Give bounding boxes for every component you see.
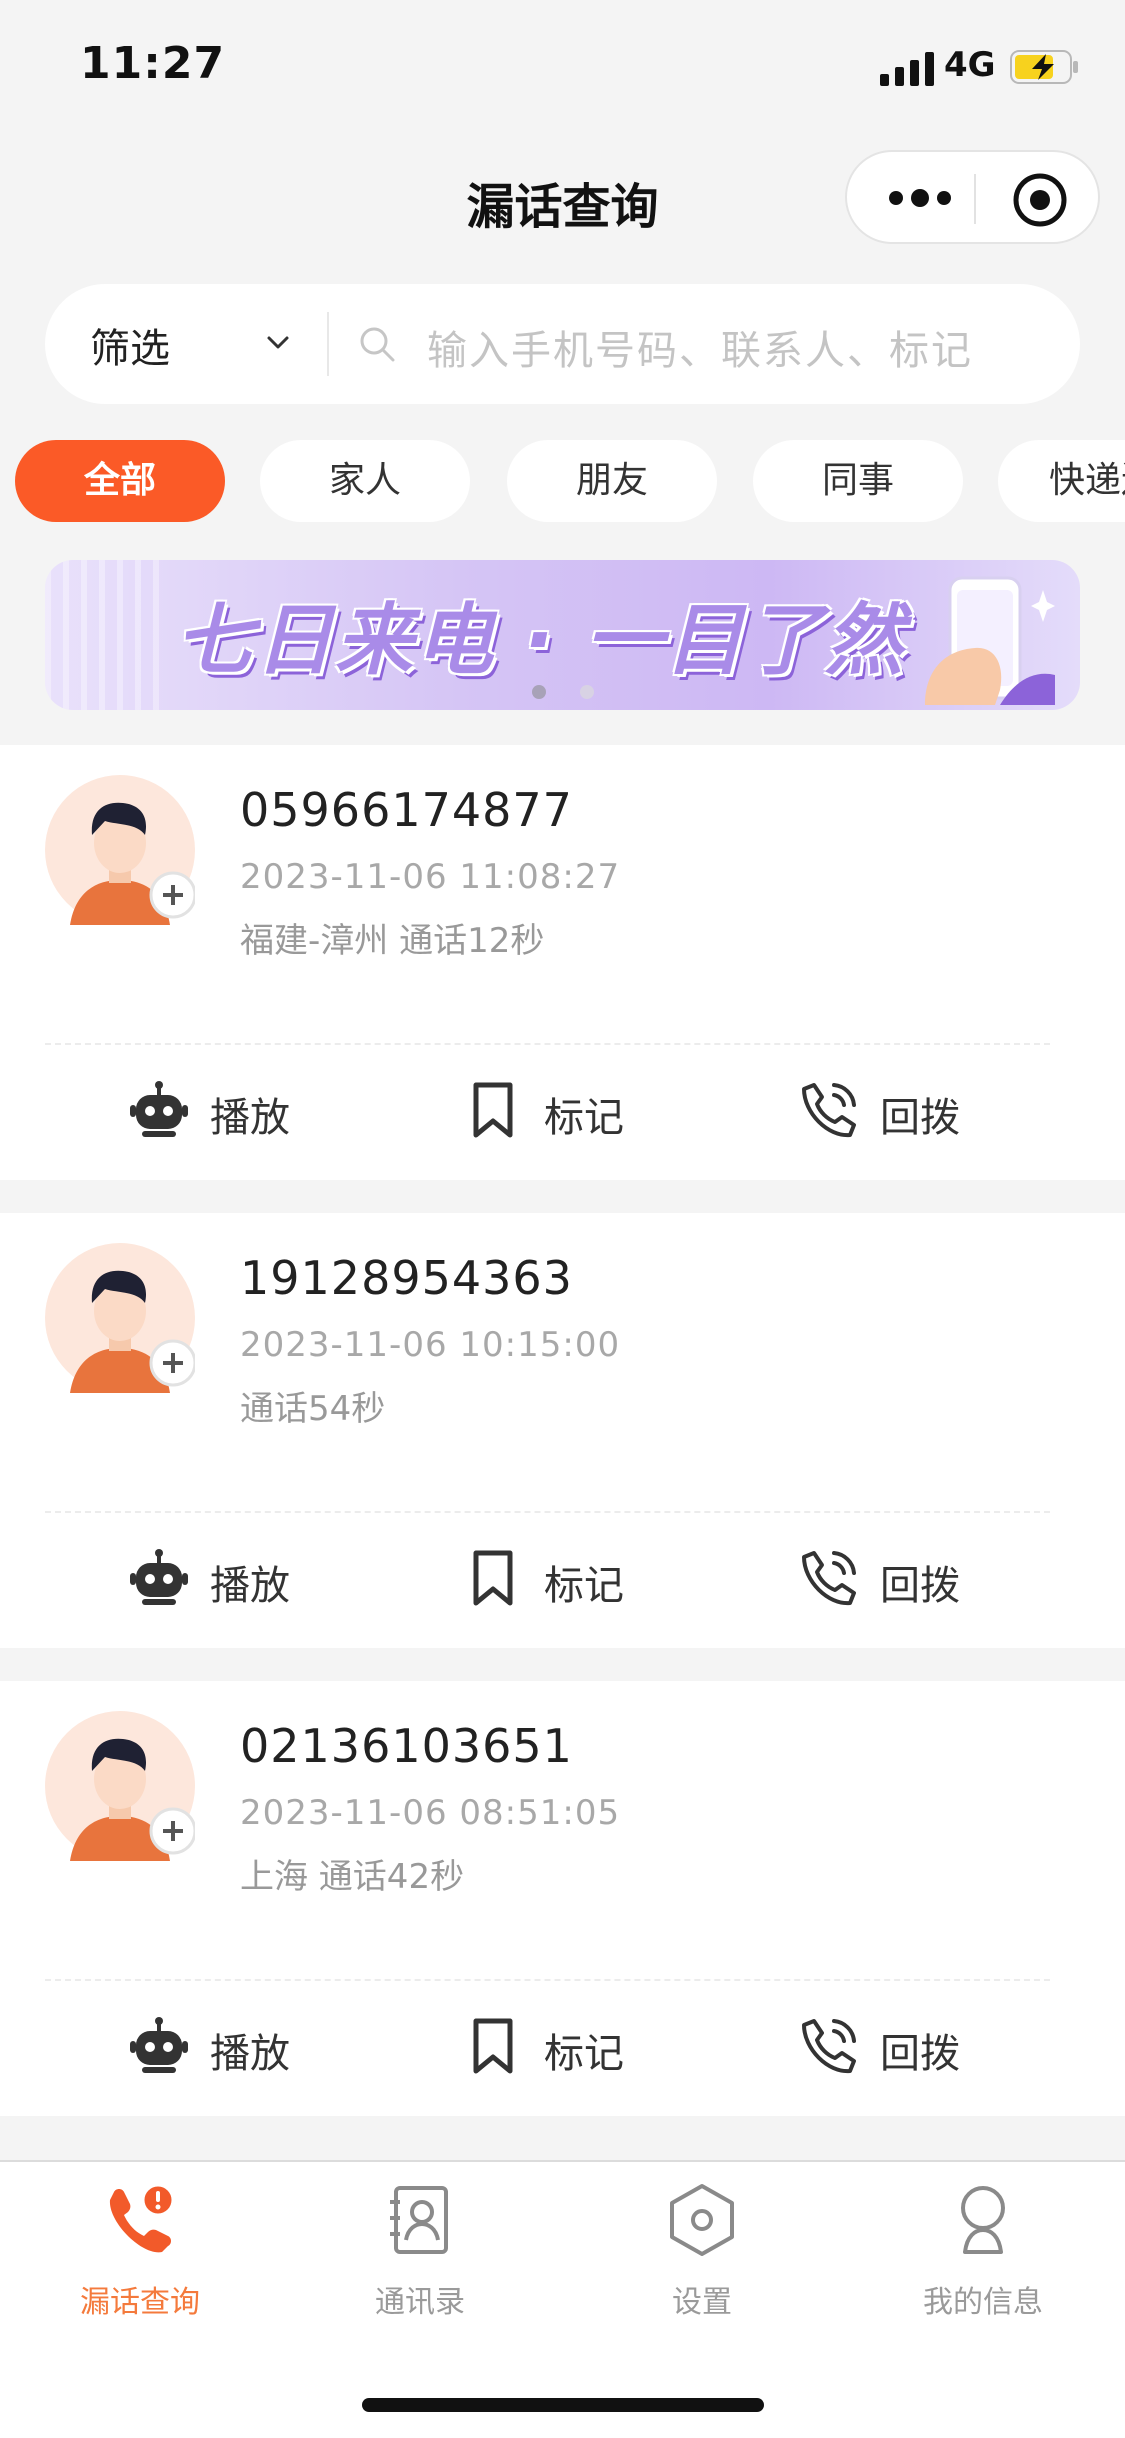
mark-label: 标记 <box>544 1095 624 1141</box>
nav-bar: 漏话查询 <box>0 135 1125 265</box>
filter-dropdown[interactable]: 筛选 <box>90 316 170 374</box>
tab-label: 我的信息 <box>923 2285 1043 2320</box>
contacts-icon <box>390 2186 448 2254</box>
tab-contacts[interactable]: 通讯录 <box>320 2182 520 2332</box>
call-info: 上海 通话42秒 <box>240 1857 465 1897</box>
callback-label: 回拨 <box>880 2031 960 2077</box>
play-label: 播放 <box>210 1563 290 1609</box>
call-info: 通话54秒 <box>240 1389 386 1429</box>
hexagon-settings-icon <box>670 2184 734 2256</box>
bookmark-icon <box>473 2018 513 2074</box>
chip-all[interactable]: 全部 <box>15 440 225 522</box>
avatar-icon[interactable] <box>45 1243 195 1393</box>
call-time: 2023-11-06 10:15:00 <box>240 1325 621 1365</box>
divider <box>45 1979 1050 1981</box>
call-time: 2023-11-06 08:51:05 <box>240 1793 621 1833</box>
category-chips: 全部 家人 朋友 同事 快递送 <box>0 440 1125 522</box>
chevron-down-icon[interactable] <box>263 328 293 358</box>
home-indicator <box>362 2398 764 2412</box>
banner-dot <box>580 685 594 699</box>
mark-label: 标记 <box>544 2031 624 2077</box>
robot-icon <box>130 2017 188 2073</box>
robot-icon <box>130 1549 188 1605</box>
phone-alert-icon <box>109 2183 175 2253</box>
signal-icon <box>880 52 934 86</box>
promo-banner[interactable]: 七日来电 · 一目了然 <box>45 560 1080 710</box>
status-time: 11:27 <box>80 38 226 89</box>
battery-charging-icon <box>1010 50 1078 84</box>
search-bar: 筛选 输入手机号码、联系人、标记 <box>45 284 1080 404</box>
tab-bar: 漏话查询 通讯录 设置 我的信息 <box>0 2160 1125 2438</box>
avatar-icon[interactable] <box>45 1711 195 1861</box>
capsule-divider <box>974 174 976 224</box>
chip-friends[interactable]: 朋友 <box>507 440 717 522</box>
phone-callback-icon <box>802 1083 856 1138</box>
play-label: 播放 <box>210 1095 290 1141</box>
divider <box>45 1043 1050 1045</box>
robot-icon <box>130 1081 188 1137</box>
search-icon <box>360 327 395 362</box>
user-icon <box>961 2186 1005 2254</box>
call-info: 福建-漳州 通话12秒 <box>240 921 545 961</box>
search-input[interactable]: 输入手机号码、联系人、标记 <box>427 318 973 376</box>
divider <box>45 1511 1050 1513</box>
chip-colleagues[interactable]: 同事 <box>753 440 963 522</box>
tab-label: 设置 <box>672 2285 732 2320</box>
banner-dot-active <box>532 685 546 699</box>
callback-label: 回拨 <box>880 1563 960 1609</box>
banner-title: 七日来电 · 一目了然 <box>175 596 905 686</box>
tab-label: 漏话查询 <box>80 2285 200 2320</box>
more-icon[interactable] <box>885 180 955 216</box>
phone-callback-icon <box>802 1551 856 1606</box>
banner-decoration <box>45 560 165 710</box>
tab-profile[interactable]: 我的信息 <box>883 2182 1083 2332</box>
tab-label: 通讯录 <box>375 2285 465 2320</box>
caller-number: 19128954363 <box>240 1251 573 1305</box>
callback-label: 回拨 <box>880 1095 960 1141</box>
play-label: 播放 <box>210 2031 290 2077</box>
mark-label: 标记 <box>544 1563 624 1609</box>
close-target-icon[interactable] <box>1012 172 1068 228</box>
tab-settings[interactable]: 设置 <box>602 2182 802 2332</box>
tab-missed-calls[interactable]: 漏话查询 <box>40 2182 240 2332</box>
network-type: 4G <box>944 45 996 85</box>
search-divider <box>327 312 329 376</box>
avatar-icon[interactable] <box>45 775 195 925</box>
hand-phone-illustration <box>925 576 1055 705</box>
caller-number: 05966174877 <box>240 783 573 837</box>
phone-callback-icon <box>802 2019 856 2074</box>
caller-number: 02136103651 <box>240 1719 573 1773</box>
call-card: 02136103651 2023-11-06 08:51:05 上海 通话42秒… <box>0 1681 1125 2116</box>
mini-program-capsule <box>845 150 1100 244</box>
call-card: 19128954363 2023-11-06 10:15:00 通话54秒 播放… <box>0 1213 1125 1648</box>
chip-family[interactable]: 家人 <box>260 440 470 522</box>
chip-delivery[interactable]: 快递送 <box>998 440 1125 522</box>
bookmark-icon <box>473 1082 513 1138</box>
status-bar: 11:27 4G <box>0 0 1125 135</box>
call-card: 05966174877 2023-11-06 11:08:27 福建-漳州 通话… <box>0 745 1125 1180</box>
call-time: 2023-11-06 11:08:27 <box>240 857 621 897</box>
bookmark-icon <box>473 1550 513 1606</box>
